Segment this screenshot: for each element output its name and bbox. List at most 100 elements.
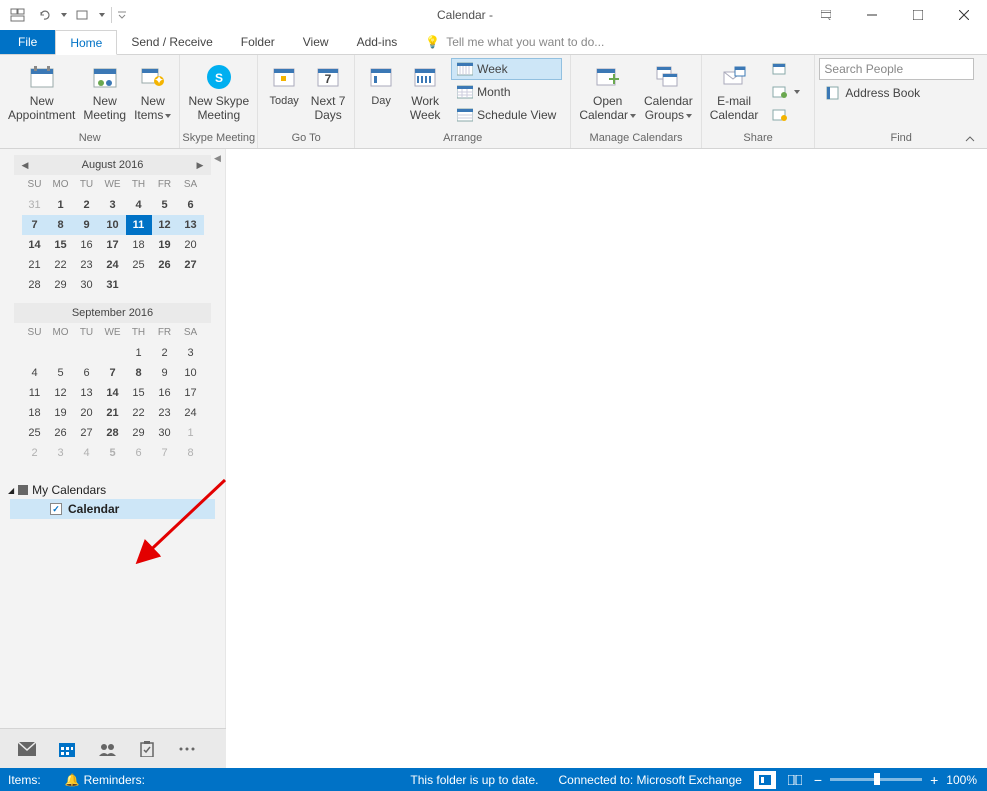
reading-view-button[interactable] bbox=[784, 771, 806, 789]
open-calendar-button[interactable]: OpenCalendar bbox=[575, 58, 640, 129]
minimize-button[interactable] bbox=[849, 1, 895, 30]
day-cell[interactable]: 20 bbox=[74, 403, 100, 423]
qat-window-icon[interactable] bbox=[6, 3, 30, 27]
collapse-pane-button[interactable]: ◀ bbox=[214, 153, 226, 167]
day-cell[interactable]: 8 bbox=[178, 443, 204, 463]
day-cell[interactable]: 18 bbox=[22, 403, 48, 423]
address-book-button[interactable]: Address Book bbox=[819, 82, 926, 104]
day-cell[interactable]: 1 bbox=[48, 195, 74, 215]
people-icon[interactable] bbox=[98, 740, 116, 758]
maximize-button[interactable] bbox=[895, 1, 941, 30]
zoom-level[interactable]: 100% bbox=[946, 773, 977, 787]
status-reminders[interactable]: 🔔Reminders: bbox=[65, 773, 145, 787]
day-cell[interactable]: 5 bbox=[48, 363, 74, 383]
day-cell[interactable]: 26 bbox=[48, 423, 74, 443]
calendar-icon[interactable] bbox=[58, 740, 76, 758]
day-cell[interactable]: 4 bbox=[74, 443, 100, 463]
day-cell[interactable]: 18 bbox=[126, 235, 152, 255]
day-cell[interactable]: 6 bbox=[178, 195, 204, 215]
day-cell[interactable]: 25 bbox=[22, 423, 48, 443]
day-cell[interactable]: 28 bbox=[100, 423, 126, 443]
day-cell[interactable]: 21 bbox=[22, 255, 48, 275]
day-cell[interactable]: 31 bbox=[100, 275, 126, 295]
new-items-button[interactable]: ✦ NewItems bbox=[130, 58, 175, 129]
day-cell[interactable]: 26 bbox=[152, 255, 178, 275]
day-cell[interactable]: 27 bbox=[74, 423, 100, 443]
day-cell[interactable]: 2 bbox=[22, 443, 48, 463]
schedule-view-button[interactable]: Schedule View bbox=[451, 104, 562, 126]
day-cell[interactable]: 13 bbox=[74, 383, 100, 403]
calendar-groups-button[interactable]: CalendarGroups bbox=[640, 58, 697, 129]
share-calendar-button[interactable] bbox=[766, 58, 806, 80]
close-button[interactable] bbox=[941, 1, 987, 30]
calendar-permissions-button[interactable] bbox=[766, 104, 806, 126]
new-meeting-button[interactable]: NewMeeting bbox=[79, 58, 130, 129]
calendar-checkbox[interactable]: ✓ bbox=[50, 503, 62, 515]
undo-dropdown[interactable] bbox=[58, 3, 68, 27]
day-cell[interactable]: 9 bbox=[152, 363, 178, 383]
my-calendars-group[interactable]: ◢ My Calendars bbox=[0, 481, 225, 499]
calendar-view-pane[interactable] bbox=[226, 149, 987, 768]
calendar-item[interactable]: ✓ Calendar bbox=[10, 499, 215, 519]
day-cell[interactable]: 6 bbox=[74, 363, 100, 383]
work-week-button[interactable]: WorkWeek bbox=[403, 58, 447, 129]
day-cell[interactable]: 20 bbox=[178, 235, 204, 255]
day-cell[interactable]: 14 bbox=[22, 235, 48, 255]
day-cell[interactable]: 24 bbox=[178, 403, 204, 423]
day-cell[interactable]: 10 bbox=[100, 215, 126, 235]
month-view-button[interactable]: Month bbox=[451, 81, 562, 103]
zoom-in-button[interactable]: + bbox=[930, 772, 938, 788]
day-cell[interactable]: 17 bbox=[178, 383, 204, 403]
week-view-button[interactable]: Week bbox=[451, 58, 562, 80]
day-cell[interactable]: 15 bbox=[48, 235, 74, 255]
more-nav-icon[interactable] bbox=[178, 740, 196, 758]
tab-addins[interactable]: Add-ins bbox=[343, 30, 412, 54]
qat-dropdown[interactable] bbox=[96, 3, 106, 27]
tab-home[interactable]: Home bbox=[55, 30, 117, 55]
next-month-button[interactable]: ▶ bbox=[193, 158, 207, 172]
day-cell[interactable]: 4 bbox=[22, 363, 48, 383]
day-cell[interactable]: 4 bbox=[126, 195, 152, 215]
day-cell[interactable]: 5 bbox=[152, 195, 178, 215]
day-cell[interactable]: 14 bbox=[100, 383, 126, 403]
day-cell[interactable]: 31 bbox=[22, 195, 48, 215]
day-cell[interactable]: 1 bbox=[126, 343, 152, 363]
email-calendar-button[interactable]: E-mailCalendar bbox=[706, 58, 763, 129]
tab-folder[interactable]: Folder bbox=[227, 30, 289, 54]
prev-month-button[interactable]: ◀ bbox=[18, 158, 32, 172]
zoom-out-button[interactable]: − bbox=[814, 772, 822, 788]
qat-item[interactable] bbox=[70, 3, 94, 27]
tab-send-receive[interactable]: Send / Receive bbox=[117, 30, 226, 54]
day-cell[interactable]: 7 bbox=[152, 443, 178, 463]
day-cell[interactable]: 19 bbox=[48, 403, 74, 423]
undo-button[interactable] bbox=[32, 3, 56, 27]
day-cell[interactable]: 3 bbox=[48, 443, 74, 463]
today-button[interactable]: Today bbox=[262, 58, 306, 129]
day-cell[interactable]: 24 bbox=[100, 255, 126, 275]
day-cell[interactable]: 2 bbox=[74, 195, 100, 215]
day-cell[interactable]: 3 bbox=[178, 343, 204, 363]
day-cell[interactable]: 6 bbox=[126, 443, 152, 463]
search-people-input[interactable]: Search People bbox=[819, 58, 974, 80]
tab-view[interactable]: View bbox=[289, 30, 343, 54]
day-cell[interactable]: 13 bbox=[178, 215, 204, 235]
day-cell[interactable]: 23 bbox=[74, 255, 100, 275]
day-view-button[interactable]: Day bbox=[359, 58, 403, 129]
day-cell[interactable]: 11 bbox=[22, 383, 48, 403]
day-cell[interactable]: 7 bbox=[22, 215, 48, 235]
day-cell[interactable]: 22 bbox=[48, 255, 74, 275]
day-cell[interactable]: 12 bbox=[152, 215, 178, 235]
day-cell[interactable]: 17 bbox=[100, 235, 126, 255]
day-cell[interactable]: 23 bbox=[152, 403, 178, 423]
normal-view-button[interactable] bbox=[754, 771, 776, 789]
qat-customize[interactable] bbox=[117, 3, 127, 27]
new-appointment-button[interactable]: NewAppointment bbox=[4, 58, 79, 129]
day-cell[interactable]: 15 bbox=[126, 383, 152, 403]
day-cell[interactable]: 12 bbox=[48, 383, 74, 403]
day-cell[interactable]: 19 bbox=[152, 235, 178, 255]
day-cell[interactable]: 8 bbox=[126, 363, 152, 383]
new-skype-meeting-button[interactable]: S New SkypeMeeting bbox=[184, 58, 253, 129]
day-cell[interactable]: 22 bbox=[126, 403, 152, 423]
mini-calendar-2-title[interactable]: September 2016 bbox=[72, 307, 153, 319]
mail-icon[interactable] bbox=[18, 740, 36, 758]
